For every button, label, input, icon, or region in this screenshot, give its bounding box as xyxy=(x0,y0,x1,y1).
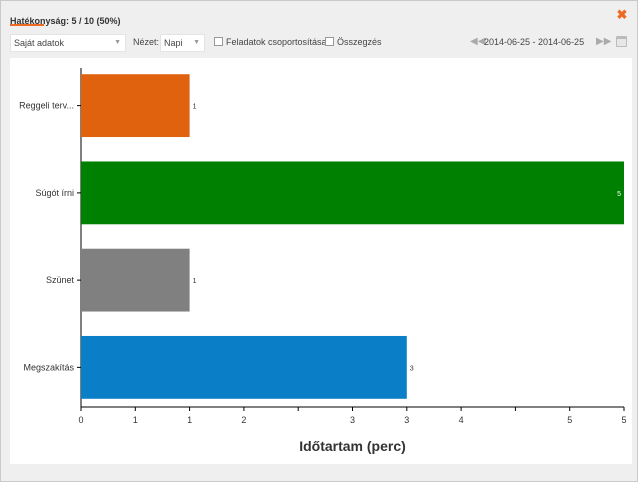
title-underline xyxy=(10,24,44,26)
x-tick-label-0: 0 xyxy=(78,415,83,425)
x-tick-label-5: 3 xyxy=(404,415,409,425)
chart-panel: Reggeli terv... 1 Súgót írni 5 Szünet 1 Megsza… xyxy=(10,58,632,464)
data-label-0: 1 xyxy=(193,104,197,111)
y-tick-label-1: Súgót írni xyxy=(35,188,74,198)
data-label-3: 3 xyxy=(410,365,414,372)
dialog-header: Hatékonyság: 5 / 10 (50%) xyxy=(10,11,121,27)
view-select[interactable]: Napi ▼ xyxy=(160,34,205,52)
data-source-select-value: Saját adatok xyxy=(14,38,65,48)
x-tick-label-4: 3 xyxy=(350,415,355,425)
view-select-value: Napi xyxy=(164,38,183,48)
duration-bar-chart: Reggeli terv... 1 Súgót írni 5 Szünet 1 Megsza… xyxy=(19,68,627,454)
x-tick-label-8: 5 xyxy=(621,415,626,425)
toolbar: Saját adatok ▼ Nézet: Napi ▼ Feladatok c… xyxy=(10,34,628,52)
bar-0 xyxy=(81,74,190,138)
date-range: 2014-06-25 - 2014-06-25 xyxy=(484,37,585,47)
x-tick-label-7: 5 xyxy=(567,415,572,425)
y-tick-label-2: Szünet xyxy=(46,275,75,285)
group-tasks-label: Feladatok csoportosítása xyxy=(226,37,327,47)
view-label: Nézet: xyxy=(133,37,160,47)
y-tick-label-3: Megszakítás xyxy=(23,362,74,372)
y-tick-label-0: Reggeli terv... xyxy=(19,101,74,111)
x-tick-label-1: 1 xyxy=(133,415,138,425)
data-source-select[interactable]: Saját adatok ▼ xyxy=(10,34,126,52)
group-tasks-checkbox[interactable] xyxy=(214,37,223,46)
x-tick-label-2: 1 xyxy=(187,415,192,425)
x-tick-label-3: 2 xyxy=(241,415,246,425)
summary-label: Összegzés xyxy=(337,37,382,47)
bar-2 xyxy=(81,248,190,312)
close-icon[interactable]: ✖ xyxy=(615,8,629,22)
x-tick-label-6: 4 xyxy=(459,415,464,425)
calendar-icon[interactable] xyxy=(616,36,627,47)
dialog-window: Hatékonyság: 5 / 10 (50%) ✖ Saját adatok… xyxy=(0,0,638,482)
x-axis-title: Időtartam (perc) xyxy=(299,438,406,454)
summary-checkbox[interactable] xyxy=(325,37,334,46)
bar-3 xyxy=(81,335,407,399)
chevron-down-icon: ▼ xyxy=(114,39,121,46)
next-arrow-icon[interactable]: ▶▶ xyxy=(596,36,611,47)
data-label-2: 1 xyxy=(193,278,197,285)
chevron-down-icon: ▼ xyxy=(193,39,200,46)
data-label-1: 5 xyxy=(617,191,621,198)
bar-1 xyxy=(81,161,624,225)
